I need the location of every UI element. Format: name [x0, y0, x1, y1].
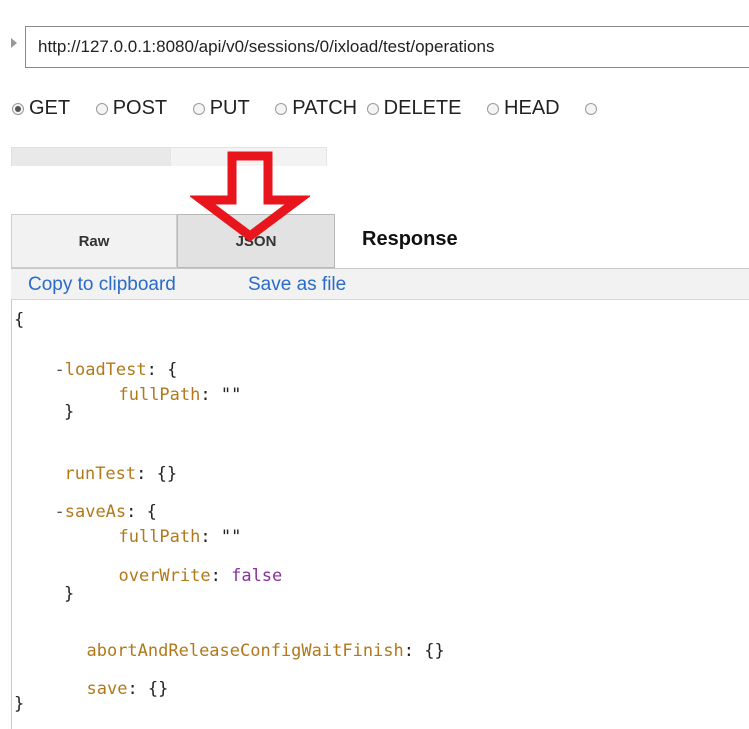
json-close-saveas: }: [64, 584, 75, 604]
method-options-cut[interactable]: [585, 102, 602, 115]
url-input[interactable]: [25, 26, 749, 68]
punct-save: :: [127, 679, 148, 699]
value-abort: {}: [424, 641, 445, 661]
method-delete[interactable]: DELETE: [366, 97, 462, 120]
tab-stub-1[interactable]: [11, 147, 171, 166]
method-head[interactable]: HEAD: [487, 97, 560, 120]
down-arrow-annotation-icon: [190, 151, 310, 242]
radio-put-icon[interactable]: [192, 102, 205, 115]
key-runtest: runTest: [64, 464, 137, 484]
radio-head-icon[interactable]: [487, 102, 500, 115]
method-delete-label: DELETE: [383, 97, 462, 119]
method-patch[interactable]: PATCH: [275, 97, 357, 120]
response-heading: Response: [362, 228, 458, 250]
json-close-loadtest: }: [64, 402, 75, 422]
key-fullpath-2: fullPath: [118, 527, 201, 547]
key-overwrite: overWrite: [118, 566, 211, 586]
key-save: save: [86, 679, 128, 699]
radio-get-icon[interactable]: [12, 102, 24, 115]
method-post[interactable]: POST: [95, 97, 168, 120]
json-node-save: save: {}: [66, 659, 168, 699]
json-open-brace: {: [14, 310, 25, 330]
method-head-label: HEAD: [504, 97, 560, 119]
value-fullpath-2: "": [220, 527, 242, 547]
key-abort: abortAndReleaseConfigWaitFinish: [86, 641, 404, 661]
method-put-label: PUT: [209, 97, 250, 119]
http-method-group: GET POST PUT PATCH DELETE HEAD: [12, 97, 622, 127]
value-save: {}: [147, 679, 169, 699]
punct-overwrite: :: [210, 566, 232, 586]
value-runtest: {}: [156, 464, 178, 484]
punct-abort: :: [403, 641, 425, 661]
tab-raw[interactable]: Raw: [11, 214, 177, 268]
punct-fullpath-2: :: [200, 527, 221, 547]
method-put[interactable]: PUT: [192, 97, 250, 120]
radio-post-icon[interactable]: [95, 102, 108, 115]
json-node-runtest: runTest: {}: [44, 444, 177, 484]
key-fullpath-1: fullPath: [118, 385, 201, 405]
punct-runtest: :: [136, 464, 157, 484]
json-node-overwrite: overWrite: false: [98, 546, 282, 586]
radio-options-icon[interactable]: [585, 102, 598, 115]
radio-delete-icon[interactable]: [366, 102, 379, 115]
json-node-fullpath-1: fullPath: "": [98, 365, 241, 405]
json-node-abort: abortAndReleaseConfigWaitFinish: {}: [66, 621, 445, 661]
punct-fullpath-1: :: [200, 385, 221, 405]
collapse-saveas-toggle[interactable]: -: [54, 502, 64, 522]
expand-arrow-icon[interactable]: [11, 38, 17, 48]
save-as-file-link[interactable]: Save as file: [248, 274, 346, 296]
method-patch-label: PATCH: [292, 97, 358, 119]
json-close-brace: }: [14, 694, 25, 714]
tab-raw-label: Raw: [78, 232, 110, 250]
value-fullpath-1: "": [220, 385, 242, 405]
json-node-fullpath-2: fullPath: "": [98, 507, 241, 547]
collapse-loadtest-toggle[interactable]: -: [54, 360, 64, 380]
method-post-label: POST: [112, 97, 168, 119]
value-overwrite: false: [231, 566, 283, 586]
method-get-label: GET: [29, 97, 71, 119]
copy-to-clipboard-link[interactable]: Copy to clipboard: [28, 274, 176, 296]
method-get[interactable]: GET: [12, 97, 70, 120]
radio-patch-icon[interactable]: [275, 102, 288, 115]
